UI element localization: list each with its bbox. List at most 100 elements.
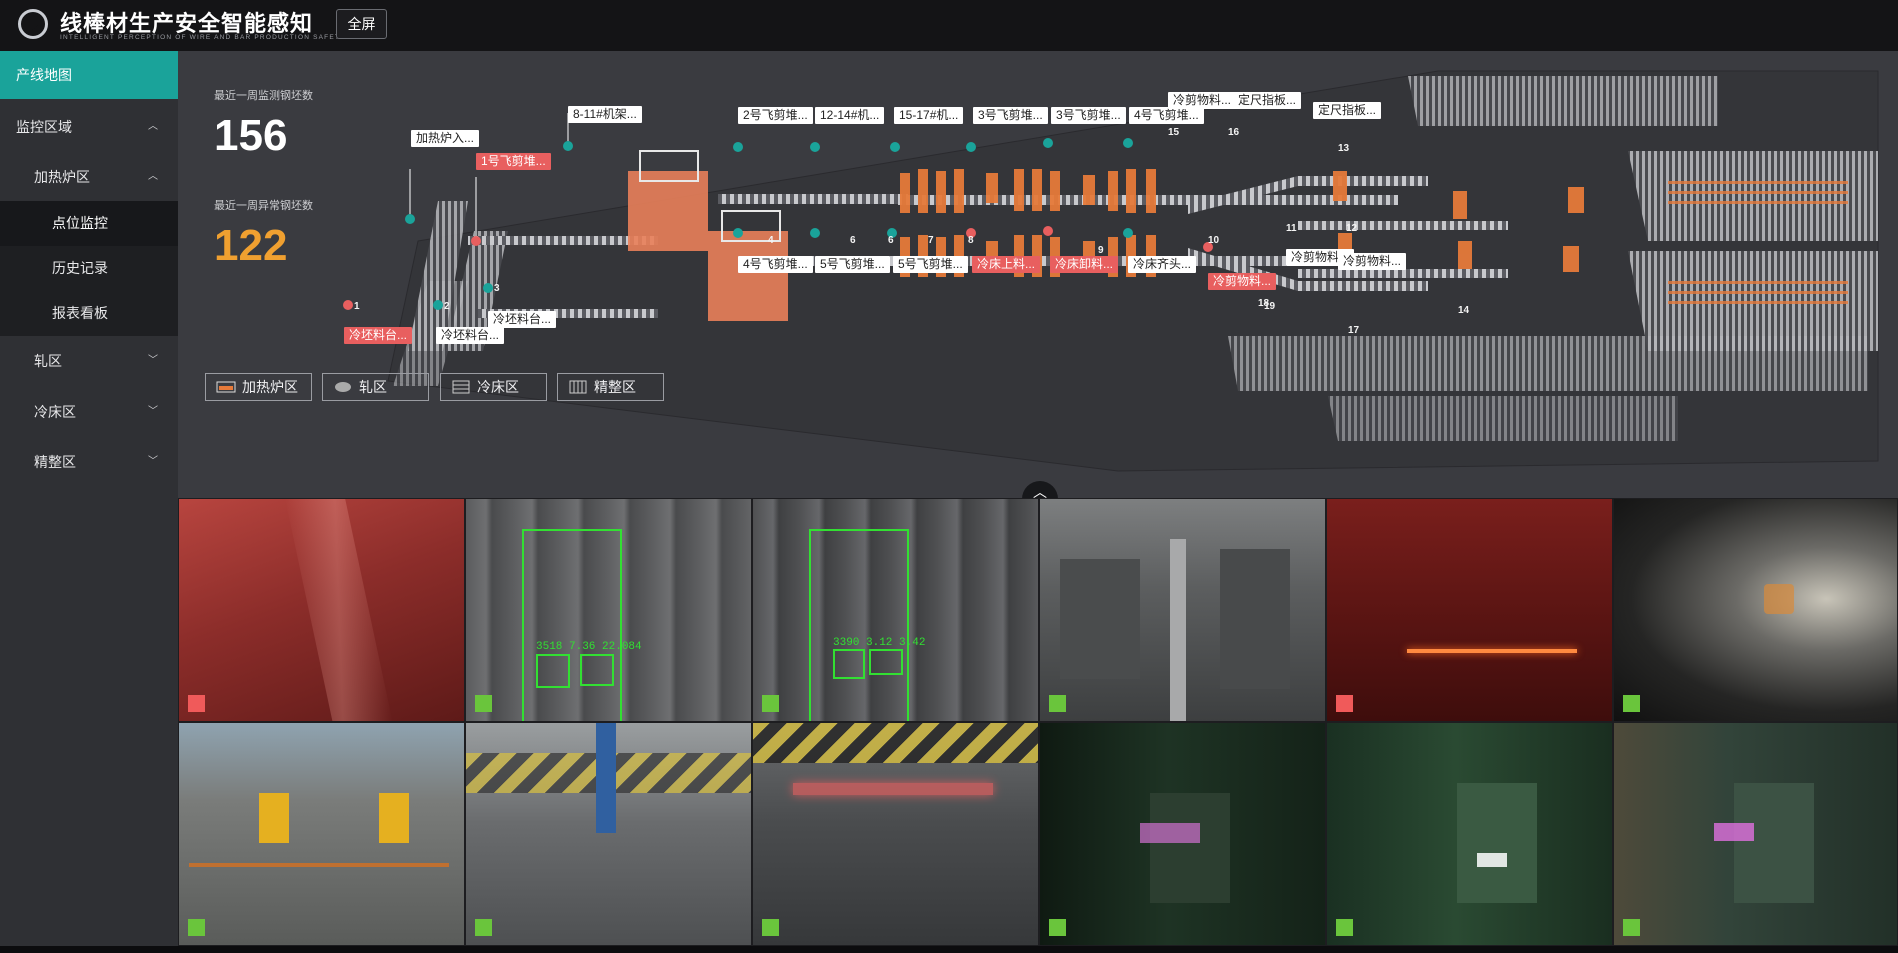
status-indicator [762, 695, 779, 712]
map-point-tag[interactable]: 加热炉入... [411, 130, 480, 147]
status-indicator [1049, 695, 1066, 712]
sidebar-item-label: 报表看板 [52, 305, 108, 321]
marker-number: 14 [1458, 305, 1470, 316]
detection-overlay-text: 3518 7.36 22.084 [536, 641, 642, 653]
chevron-down-icon: ﹀ [148, 456, 158, 467]
sidebar-item-label: 加热炉区 [34, 169, 90, 185]
sidebar-item-rolling-zone[interactable]: 轧区 ﹀ [0, 337, 178, 385]
sidebar-item-furnace-zone[interactable]: 加热炉区 ︿ [0, 153, 178, 201]
detection-overlay-text: 3390 3.12 3.42 [833, 637, 926, 649]
camera-feed[interactable]: 3390 3.12 3.42 [752, 498, 1039, 722]
status-indicator [1623, 919, 1640, 936]
chevron-up-icon: ︿ [148, 121, 158, 132]
status-indicator [1336, 919, 1353, 936]
marker-number: 6 [888, 235, 894, 246]
map-point-tag[interactable]: 3号飞剪堆... [1051, 107, 1126, 124]
status-indicator [1336, 695, 1353, 712]
map-point-tag[interactable]: 15-17#机... [894, 107, 964, 124]
fullscreen-button[interactable]: 全屏 [336, 9, 387, 39]
marker-number: 2 [444, 301, 450, 312]
marker-number: 12 [1346, 223, 1358, 234]
map-point-tag[interactable]: 8-11#机架... [568, 106, 642, 123]
map-point-tag[interactable]: 3号飞剪堆... [973, 107, 1048, 124]
sidebar-item-point-monitor[interactable]: 点位监控 [0, 201, 178, 246]
camera-feed[interactable] [178, 722, 465, 946]
status-indicator [475, 695, 492, 712]
logo-icon [18, 9, 48, 39]
map-point-tag[interactable]: 12-14#机... [815, 107, 885, 124]
map-point-tag[interactable]: 5号飞剪堆... [815, 256, 890, 273]
map-point-tag[interactable]: 冷坯料台... [436, 327, 505, 344]
map-point-tag[interactable]: 1号飞剪堆... [476, 153, 551, 170]
map-point-tag[interactable]: 定尺指板... [1313, 102, 1382, 119]
camera-grid: 3518 7.36 22.084 3390 3.12 3.42 [178, 498, 1898, 946]
status-indicator [762, 919, 779, 936]
sidebar-item-finishing-zone[interactable]: 精整区 ﹀ [0, 438, 178, 486]
map-point-tag[interactable]: 冷剪物料... [1208, 273, 1277, 290]
camera-feed[interactable] [1039, 722, 1326, 946]
camera-feed[interactable] [752, 722, 1039, 946]
sidebar-item-line-map[interactable]: 产线地图 [0, 51, 178, 99]
camera-feed[interactable] [1613, 722, 1898, 946]
map-point-tag[interactable]: 冷床齐头... [1128, 256, 1197, 273]
marker-number: 11 [1286, 223, 1297, 234]
marker-number: 9 [1098, 245, 1104, 256]
map-point-tag[interactable]: 4号飞剪堆... [1129, 107, 1204, 124]
marker-number: 6 [850, 235, 856, 246]
bottom-bar [0, 946, 1898, 953]
map-point-tag[interactable]: 冷床卸料... [1050, 256, 1119, 273]
sidebar-item-label: 历史记录 [52, 260, 108, 276]
area-button-rolling[interactable]: 轧区 [322, 373, 429, 401]
marker-number: 19 [1264, 301, 1276, 312]
sidebar: 产线地图 监控区域 ︿ 加热炉区 ︿ 点位监控 历史记录 报表看板 轧区 ﹀ 冷… [0, 51, 178, 953]
sidebar-item-label: 冷床区 [34, 404, 76, 420]
chevron-down-icon: ﹀ [148, 355, 158, 366]
camera-feed[interactable] [465, 722, 752, 946]
map-point-tag[interactable]: 冷剪物料... [1338, 253, 1407, 270]
roller-icon [335, 382, 351, 392]
marker-number: 1 [354, 301, 360, 312]
sidebar-item-label: 轧区 [34, 353, 62, 369]
chevron-down-icon: ﹀ [148, 406, 158, 417]
camera-feed[interactable] [1326, 498, 1613, 722]
map-point-tag[interactable]: 冷坯料台... [344, 327, 413, 344]
area-button-furnace[interactable]: 加热炉区 [205, 373, 312, 401]
marker-number: 10 [1208, 235, 1220, 246]
map-point-tag[interactable]: 5号飞剪堆... [893, 256, 968, 273]
camera-feed[interactable] [1039, 498, 1326, 722]
map-point-tag[interactable]: 定尺指板... [1233, 92, 1302, 109]
map-point-tag[interactable]: 4号飞剪堆... [738, 256, 813, 273]
status-indicator [1623, 695, 1640, 712]
sidebar-item-label: 点位监控 [52, 215, 108, 231]
area-button-label: 精整区 [594, 379, 636, 395]
sidebar-item-cooling-bed-zone[interactable]: 冷床区 ﹀ [0, 388, 178, 436]
sidebar-item-history[interactable]: 历史记录 [0, 246, 178, 291]
sidebar-item-label: 精整区 [34, 454, 76, 470]
marker-number: 13 [1338, 143, 1350, 154]
camera-feed[interactable] [1613, 498, 1898, 722]
app-subtitle: INTELLIGENT PERCEPTION OF WIRE AND BAR P… [60, 34, 346, 41]
map-point-tag[interactable]: 冷坯料台... [488, 311, 557, 328]
marker-number: 15 [1168, 127, 1180, 138]
cooling-bed-icon [452, 380, 470, 394]
map-point-tag[interactable]: 冷床上料... [972, 256, 1041, 273]
camera-feed[interactable]: 3518 7.36 22.084 [465, 498, 752, 722]
map-point-tag[interactable]: 冷剪物料... [1168, 92, 1237, 109]
camera-feed[interactable] [1326, 722, 1613, 946]
area-button-cooling-bed[interactable]: 冷床区 [440, 373, 547, 401]
camera-feed[interactable] [178, 498, 465, 722]
area-button-label: 加热炉区 [242, 379, 298, 395]
marker-number: 3 [494, 283, 500, 294]
app-header: 线棒材生产安全智能感知 INTELLIGENT PERCEPTION OF WI… [0, 0, 1898, 51]
marker-number: 17 [1348, 325, 1360, 336]
marker-number: 4 [768, 235, 774, 246]
sidebar-item-monitor-area[interactable]: 监控区域 ︿ [0, 103, 178, 151]
sidebar-item-report-board[interactable]: 报表看板 [0, 291, 178, 336]
status-indicator [475, 919, 492, 936]
area-button-finishing[interactable]: 精整区 [557, 373, 664, 401]
status-indicator [1049, 919, 1066, 936]
status-indicator [188, 919, 205, 936]
map-point-tag[interactable]: 2号飞剪堆... [738, 107, 813, 124]
finishing-icon [569, 380, 587, 394]
chevron-up-icon: ︿ [148, 171, 158, 182]
